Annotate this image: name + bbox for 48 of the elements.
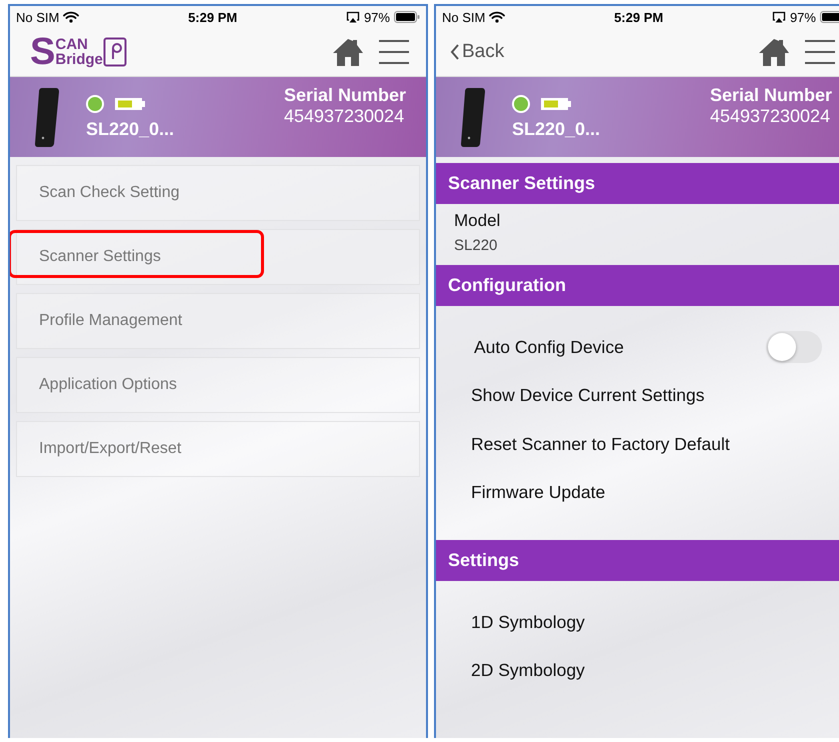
device-name: SL220_0... xyxy=(512,118,602,140)
section-header: Configuration xyxy=(436,265,839,306)
airplay-icon xyxy=(772,11,786,23)
wifi-icon xyxy=(63,11,80,23)
serial-number: 454937230024 xyxy=(710,106,832,127)
setting-label: Auto Config Device xyxy=(474,336,624,358)
back-button[interactable]: Back xyxy=(450,41,504,63)
scanner-device-icon xyxy=(34,86,60,148)
carrier-text: No SIM xyxy=(16,10,60,24)
logo-text: Bridge xyxy=(55,52,103,67)
battery-percent: 97% xyxy=(790,10,816,24)
logo-text: CAN xyxy=(55,37,89,52)
scanner-device-icon xyxy=(460,86,486,148)
clock-time: 5:29 PM xyxy=(188,10,238,24)
toggle-switch[interactable] xyxy=(766,331,822,364)
settings-link[interactable]: Show Device Current Settings xyxy=(471,385,704,406)
airplay-icon xyxy=(346,11,360,23)
wifi-icon xyxy=(489,11,506,23)
menu-icon[interactable] xyxy=(804,39,836,65)
field-value: SL220 xyxy=(454,237,498,254)
chevron-left-icon xyxy=(450,43,460,61)
settings-link[interactable]: 2D Symbology xyxy=(471,660,585,682)
section-header: Settings xyxy=(436,540,839,581)
home-icon[interactable] xyxy=(758,36,790,68)
menu-item[interactable]: Scan Check Setting xyxy=(16,165,420,221)
carrier-text: No SIM xyxy=(442,10,486,24)
serial-label: Serial Number xyxy=(284,85,406,106)
device-battery-icon xyxy=(540,96,572,110)
settings-link[interactable]: 1D Symbology xyxy=(471,612,585,633)
settings-link[interactable]: Firmware Update xyxy=(471,482,606,504)
serial-label: Serial Number xyxy=(710,85,832,106)
logo-initial: S xyxy=(30,33,56,71)
menu-item[interactable]: Profile Management xyxy=(16,293,420,349)
serial-number: 454937230024 xyxy=(284,106,406,127)
battery-icon xyxy=(394,11,420,23)
clock-time: 5:29 PM xyxy=(614,10,664,24)
battery-icon xyxy=(820,11,839,23)
device-battery-icon xyxy=(114,96,146,110)
menu-item[interactable]: Application Options xyxy=(16,357,420,413)
home-icon[interactable] xyxy=(332,36,364,68)
menu-item[interactable]: Import/Export/Reset xyxy=(16,421,420,477)
field-label: Model xyxy=(454,211,502,231)
section-header: Scanner Settings xyxy=(436,163,839,204)
device-name: SL220_0... xyxy=(86,118,176,140)
battery-percent: 97% xyxy=(364,10,390,24)
menu-icon[interactable] xyxy=(378,39,410,65)
logo-plug-icon xyxy=(102,37,127,67)
settings-link[interactable]: Reset Scanner to Factory Default xyxy=(471,434,730,455)
